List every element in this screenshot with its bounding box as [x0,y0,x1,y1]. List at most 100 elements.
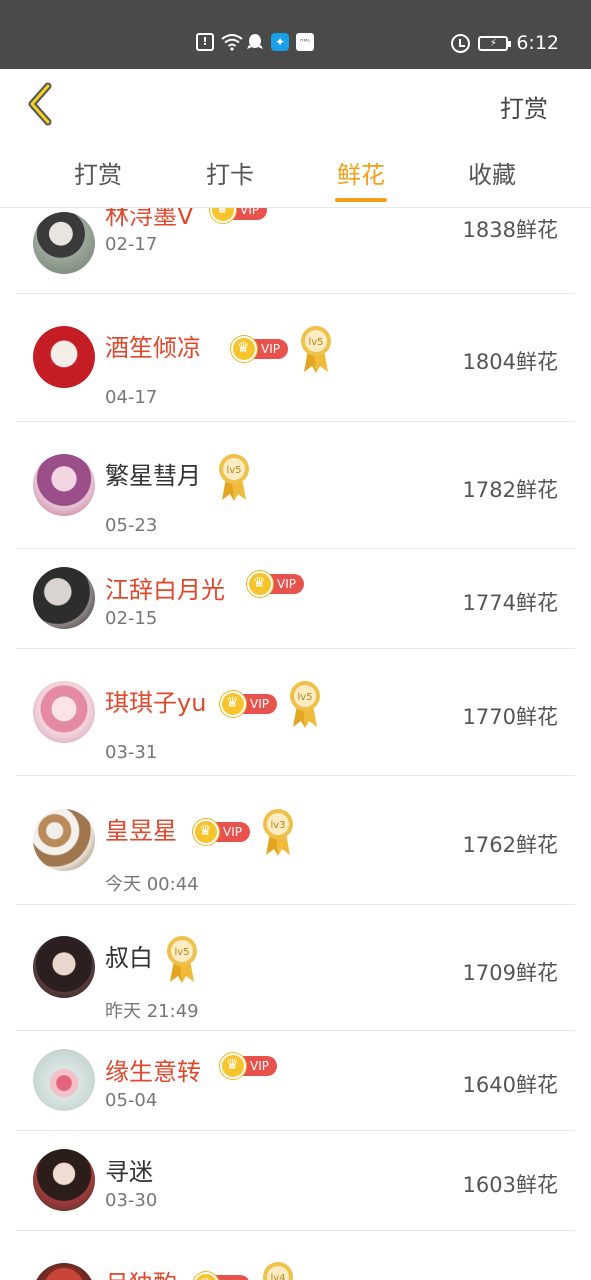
avatar[interactable] [33,936,95,998]
level-medal-icon: lv5 [287,679,323,729]
level-medal-icon: lv5 [216,452,252,502]
sim-alert-icon: ! [196,33,214,51]
list-item[interactable]: 繁星彗月 lv5 05-23 1782鲜花 [16,422,575,549]
user-name[interactable]: 叔白 [105,938,153,973]
vip-badge: VIP [231,336,288,362]
crown-icon [247,571,273,597]
list-item[interactable]: 酒笙倾凉 VIP lv5 04-17 1804鲜花 [16,294,575,422]
avatar[interactable] [33,1149,95,1211]
flower-amount: 1640鲜花 [462,1073,558,1097]
tab-checkin[interactable]: 打卡 [190,155,270,190]
user-badges: lv5 [216,452,252,502]
avatar[interactable] [33,454,95,516]
avatar[interactable] [33,681,95,743]
crown-icon [220,691,246,717]
level-medal-icon: lv5 [298,324,334,374]
tab-flowers[interactable]: 鲜花 [321,155,401,190]
level-medal-icon: lv3 [260,807,296,857]
user-name[interactable]: 酒笙倾凉 [105,328,201,363]
reward-date: 05-23 [105,515,158,536]
user-name[interactable]: 缘生意转 [105,1052,201,1087]
flower-amount: 1709鲜花 [462,961,558,985]
user-badges: VIP [210,208,267,223]
flower-amount: 1603鲜花 [462,1173,558,1197]
flower-amount: 1838鲜花 [462,218,558,242]
status-icons: ! ✦ ᴴᴹˢ [196,33,314,51]
user-name[interactable]: 寻迷 [105,1152,153,1187]
user-name[interactable]: 琪琪子yu [105,683,206,718]
vip-badge: VIP [220,1053,277,1079]
back-button[interactable] [26,82,60,126]
vip-badge: VIP [193,819,250,845]
avatar[interactable] [33,212,95,274]
vip-badge: VIP [193,1272,250,1280]
level-medal-icon: lv5 [164,934,200,984]
user-name[interactable]: 皇昱星 [105,811,177,846]
user-badges: lv5 [164,934,200,984]
wifi-icon [221,33,243,51]
chevron-left-icon [28,82,52,126]
tab-reward[interactable]: 打赏 [58,155,138,190]
list-item[interactable]: 琪琪子yu VIP lv5 03-31 1770鲜花 [16,649,575,776]
flower-amount: 1782鲜花 [462,478,558,502]
avatar[interactable] [33,1263,95,1280]
avatar[interactable] [33,326,95,388]
flower-amount: 1762鲜花 [462,833,558,857]
reward-button[interactable]: 打赏 [500,89,548,124]
flower-ranking-list: 林浔墨V VIP 02-17 1838鲜花 酒笙倾凉 VIP lv5 04-17… [0,208,591,1280]
list-item[interactable]: 吕独酌 VIP lv4 [16,1231,575,1280]
user-name[interactable]: 林浔墨V [105,208,193,231]
flower-amount: 1770鲜花 [462,705,558,729]
user-badges: VIP [220,1053,277,1079]
user-name[interactable]: 江辞白月光 [105,570,225,605]
vip-badge: VIP [210,208,267,223]
svg-text:lv4: lv4 [270,1273,285,1280]
crown-icon [193,1272,219,1280]
status-bar: ! ✦ ᴴᴹˢ ⚡ 6:12 [0,0,591,69]
tab-bar: 打赏 打卡 鲜花 收藏 [0,139,591,208]
reward-date: 05-04 [105,1090,158,1111]
svg-text:lv5: lv5 [174,947,189,958]
user-name[interactable]: 繁星彗月 [105,456,201,491]
avatar[interactable] [33,567,95,629]
user-name[interactable]: 吕独酌 [105,1264,177,1280]
reward-date: 02-17 [105,234,158,255]
crown-icon [220,1053,246,1079]
reward-date: 03-31 [105,742,158,763]
reward-date: 02-15 [105,608,158,629]
avatar[interactable] [33,1049,95,1111]
user-badges: VIP [247,571,304,597]
qq-icon [246,33,264,51]
svg-text:lv3: lv3 [270,820,285,831]
crown-icon [231,336,257,362]
list-item[interactable]: 叔白 lv5 昨天 21:49 1709鲜花 [16,905,575,1031]
list-item[interactable]: 皇昱星 VIP lv3 今天 00:44 1762鲜花 [16,776,575,905]
reward-date: 03-30 [105,1190,158,1211]
alarm-icon [451,33,471,53]
flower-amount: 1804鲜花 [462,350,558,374]
list-item[interactable]: 寻迷 03-30 1603鲜花 [16,1131,575,1231]
list-item[interactable]: 缘生意转 VIP 05-04 1640鲜花 [16,1031,575,1131]
user-badges: VIP lv5 [231,324,334,374]
crown-icon [193,819,219,845]
reward-date: 昨天 21:49 [105,1001,199,1022]
reward-date: 04-17 [105,387,158,408]
user-badges: VIP lv4 [193,1260,296,1280]
battery-icon: ⚡ [478,35,512,51]
app-icon: ✦ [271,33,289,51]
avatar[interactable] [33,809,95,871]
app-icon: ᴴᴹˢ [296,33,314,51]
vip-badge: VIP [220,691,277,717]
tab-active-indicator [335,198,387,202]
svg-text:lv5: lv5 [226,465,241,476]
level-medal-icon: lv4 [260,1260,296,1280]
list-item[interactable]: 林浔墨V VIP 02-17 1838鲜花 [16,208,575,294]
flower-amount: 1774鲜花 [462,591,558,615]
vip-badge: VIP [247,571,304,597]
tab-favorites[interactable]: 收藏 [452,155,532,190]
reward-date: 今天 00:44 [105,874,199,895]
crown-icon [210,208,236,223]
svg-text:lv5: lv5 [297,692,312,703]
list-item[interactable]: 江辞白月光 VIP 02-15 1774鲜花 [16,549,575,649]
svg-text:lv5: lv5 [308,337,323,348]
